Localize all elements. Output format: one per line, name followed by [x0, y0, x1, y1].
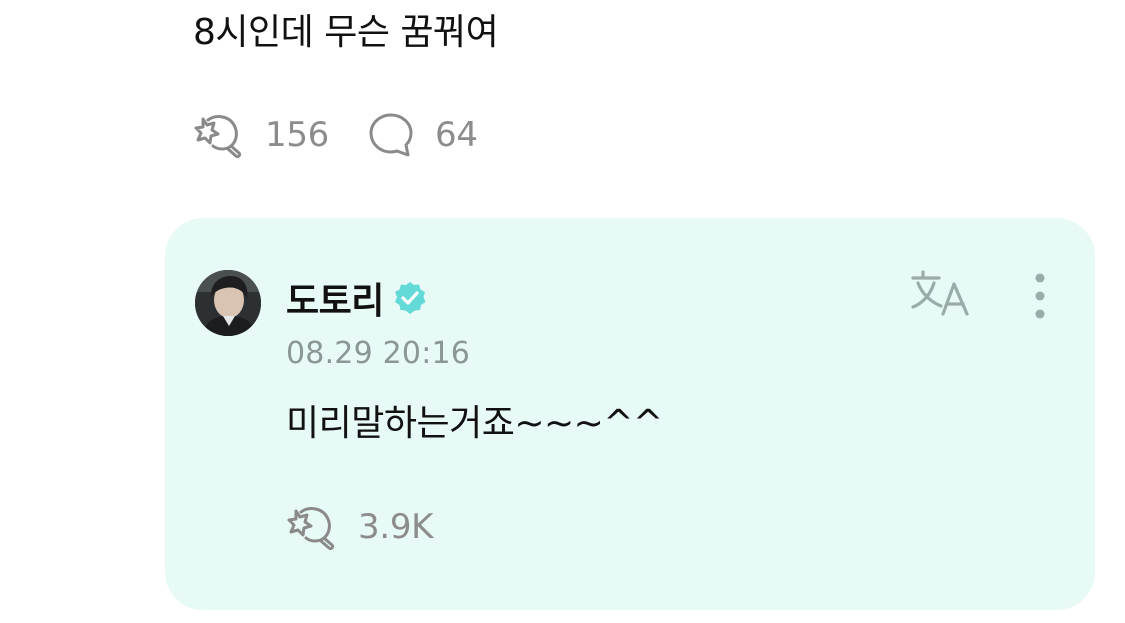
comment-timestamp: 08.29 20:16	[286, 336, 471, 371]
artist-comment-card: 도토리 08.29 20:16 미리말하는거죠~~~^^ 3.9K	[165, 218, 1095, 610]
comment-text: 미리말하는거죠~~~^^	[286, 403, 663, 444]
fan-post-page: 8시인데 무슨 꿈꿔여 156 64 도토리 08.29 20:16 미리말하는…	[0, 0, 1125, 623]
comment-bubble-icon	[369, 113, 413, 157]
post-comment-count: 64	[435, 115, 478, 155]
avatar[interactable]	[195, 270, 261, 336]
cheer-icon	[194, 115, 242, 159]
avatar-photo	[195, 270, 261, 336]
comment-actions: 3.9K	[286, 503, 433, 551]
comment-like-button[interactable]: 3.9K	[286, 503, 433, 551]
more-vertical-icon	[1035, 273, 1045, 319]
post-like-button[interactable]: 156	[193, 111, 329, 159]
post-comment-button[interactable]: 64	[367, 111, 478, 159]
post-like-count: 156	[265, 115, 329, 155]
comment-like-count: 3.9K	[358, 507, 434, 547]
comment-author-row: 도토리	[286, 274, 428, 322]
post-actions: 156 64	[193, 110, 478, 160]
translate-button[interactable]	[909, 268, 973, 324]
cheer-icon	[287, 507, 335, 551]
comment-author-name[interactable]: 도토리	[286, 272, 384, 324]
more-options-button[interactable]	[1027, 272, 1053, 322]
verified-badge-icon	[394, 282, 426, 314]
translate-icon	[911, 270, 969, 316]
post-text: 8시인데 무슨 꿈꿔여	[193, 12, 499, 53]
